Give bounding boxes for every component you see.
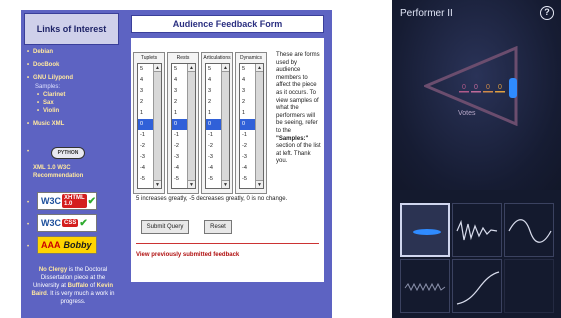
scale-note: 5 increases greatly, -5 decreases greatl…	[136, 196, 288, 202]
vote-count: 0	[474, 84, 478, 91]
link-docbook[interactable]: DocBook	[27, 61, 119, 69]
performer-app: Performer II ? 0 0 0 0 Votes	[392, 0, 561, 318]
column-heading: Tuplets	[140, 55, 158, 61]
dissertation-blurb: No Clergy is the Doctoral Dissertation p…	[29, 266, 117, 306]
rising-wave-icon[interactable]	[452, 259, 502, 313]
sidebar: Links of Interest Debian DocBook GNU Lil…	[21, 10, 122, 318]
scrollbar[interactable]: ▲ ▼	[221, 64, 229, 188]
tuplets-listbox[interactable]: 5 4 3 2 1 0 -1 -2 -3 -4 -5 ▲ ▼	[137, 63, 162, 189]
bobby-aaa-badge[interactable]: AAA Bobby	[37, 236, 97, 254]
feedback-column-dynamics: Dynamics 5 4 3 2 1 0 -1 -2 -3 -4 -5 ▲ ▼	[235, 52, 267, 194]
check-icon: ✔	[79, 217, 88, 229]
reset-button[interactable]: Reset	[204, 220, 232, 234]
column-heading: Rests	[176, 55, 190, 61]
articulations-listbox[interactable]: 5 4 3 2 1 0 -1 -2 -3 -4 -5 ▲ ▼	[205, 63, 230, 189]
bullet-dot: •	[27, 222, 30, 228]
flat-wave-icon[interactable]	[400, 203, 450, 257]
feedback-column-rests: Rests 5 4 3 2 1 0 -1 -2 -3 -4 -5 ▲ ▼	[167, 52, 199, 194]
links-list: Debian DocBook GNU Lilypond Samples: Cla…	[27, 48, 119, 133]
vote-bar	[459, 91, 469, 93]
app-display: Performer II ? 0 0 0 0 Votes	[392, 0, 561, 190]
scroll-down-icon[interactable]: ▼	[188, 180, 195, 188]
scrollbar[interactable]: ▲ ▼	[187, 64, 195, 188]
samples-label: Samples:	[35, 84, 61, 90]
votes-label: Votes	[458, 110, 476, 117]
link-sample-sax[interactable]: Sax	[27, 99, 119, 107]
bullet-dot: •	[27, 244, 30, 250]
main-content: Audience Feedback Form Tuplets 5 4 3 2 1 0 -1 -2…	[122, 10, 332, 318]
divider	[136, 243, 319, 244]
scrollbar[interactable]: ▲ ▼	[255, 64, 263, 188]
noisy-wave-icon[interactable]	[452, 203, 502, 257]
link-xml-recommendation[interactable]: XML 1.0 W3C Recommendation	[27, 164, 119, 180]
scroll-down-icon[interactable]: ▼	[222, 180, 229, 188]
submit-query-button[interactable]: Submit Query	[141, 220, 189, 234]
app-title: Performer II	[400, 8, 453, 19]
scroll-up-icon[interactable]: ▲	[188, 64, 195, 72]
help-text-part: These are forms used by audience members…	[276, 52, 320, 134]
vote-count: 0	[462, 84, 466, 91]
links-of-interest-title: Links of Interest	[24, 13, 119, 45]
bullet-dot: •	[27, 149, 30, 155]
xhtml-label: XHTML 1.0	[62, 194, 87, 208]
feedback-form: Tuplets 5 4 3 2 1 0 -1 -2 -3 -4 -5 ▲ ▼ Rests 5 4 3 2 1 0 -1 -2…	[131, 38, 324, 282]
scroll-up-icon[interactable]: ▲	[256, 64, 263, 72]
blurb-text: . It is very much a work in progress.	[46, 291, 115, 305]
w3c-label: W3C	[41, 218, 61, 228]
link-lilypond[interactable]: GNU Lilypond	[27, 74, 119, 82]
scroll-up-icon[interactable]: ▲	[222, 64, 229, 72]
scroll-up-icon[interactable]: ▲	[154, 64, 161, 72]
scroll-down-icon[interactable]: ▼	[154, 180, 161, 188]
w3c-label: W3C	[41, 196, 61, 206]
link-debian[interactable]: Debian	[27, 48, 119, 56]
form-help-text: These are forms used by audience members…	[276, 52, 322, 166]
buffalo-link[interactable]: Buffalo	[68, 283, 89, 289]
help-text-bold: "Samples:"	[276, 135, 309, 142]
bobby-label: Bobby	[63, 240, 92, 250]
blurb-text: of	[88, 283, 97, 289]
vote-bar	[471, 91, 481, 93]
check-icon: ✔	[87, 195, 96, 207]
link-sample-clarinet[interactable]: Clarinet	[27, 91, 119, 99]
help-text-part: section of the list at left. Thank you.	[276, 143, 321, 165]
feedback-column-tuplets: Tuplets 5 4 3 2 1 0 -1 -2 -3 -4 -5 ▲ ▼	[133, 52, 165, 194]
vote-count: 0	[498, 84, 502, 91]
previous-feedback-link[interactable]: View previously submitted feedback	[136, 252, 239, 258]
rests-listbox[interactable]: 5 4 3 2 1 0 -1 -2 -3 -4 -5 ▲ ▼	[171, 63, 196, 189]
scroll-down-icon[interactable]: ▼	[256, 180, 263, 188]
dense-wave-icon[interactable]	[400, 259, 450, 313]
column-heading: Dynamics	[240, 55, 262, 61]
aaa-label: AAA	[41, 240, 61, 250]
help-icon[interactable]: ?	[540, 6, 554, 20]
waveform-grid	[400, 203, 555, 315]
form-title: Audience Feedback Form	[131, 15, 324, 33]
empty-tile[interactable]	[504, 259, 554, 313]
w3c-css-badge[interactable]: W3C CSS ✔	[37, 214, 97, 232]
link-music-xml[interactable]: Music XML	[27, 120, 119, 128]
w3c-xhtml-badge[interactable]: W3C XHTML 1.0 ✔	[37, 192, 97, 210]
vote-triangle: 0 0 0 0	[424, 46, 518, 126]
column-heading: Articulations	[203, 55, 231, 61]
vote-bar	[495, 91, 505, 93]
sine-wave-icon[interactable]	[504, 203, 554, 257]
vote-count: 0	[486, 84, 490, 91]
link-sample-violin[interactable]: Violin	[27, 107, 119, 115]
vote-bar	[483, 91, 493, 93]
feedback-column-articulations: Articulations 5 4 3 2 1 0 -1 -2 -3 -4 -5 ▲ ▼	[201, 52, 233, 194]
no-clergy-link[interactable]: No Clergy	[39, 267, 67, 273]
web-page: Links of Interest Debian DocBook GNU Lil…	[0, 0, 332, 318]
bullet-dot: •	[27, 200, 30, 206]
links-list-2: XML 1.0 W3C Recommendation	[27, 164, 119, 180]
vote-slider-handle[interactable]	[509, 78, 517, 98]
scrollbar[interactable]: ▲ ▼	[153, 64, 161, 188]
python-badge[interactable]: PYTHON	[51, 147, 85, 159]
css-label: CSS	[62, 219, 79, 227]
dynamics-listbox[interactable]: 5 4 3 2 1 0 -1 -2 -3 -4 -5 ▲ ▼	[239, 63, 264, 189]
